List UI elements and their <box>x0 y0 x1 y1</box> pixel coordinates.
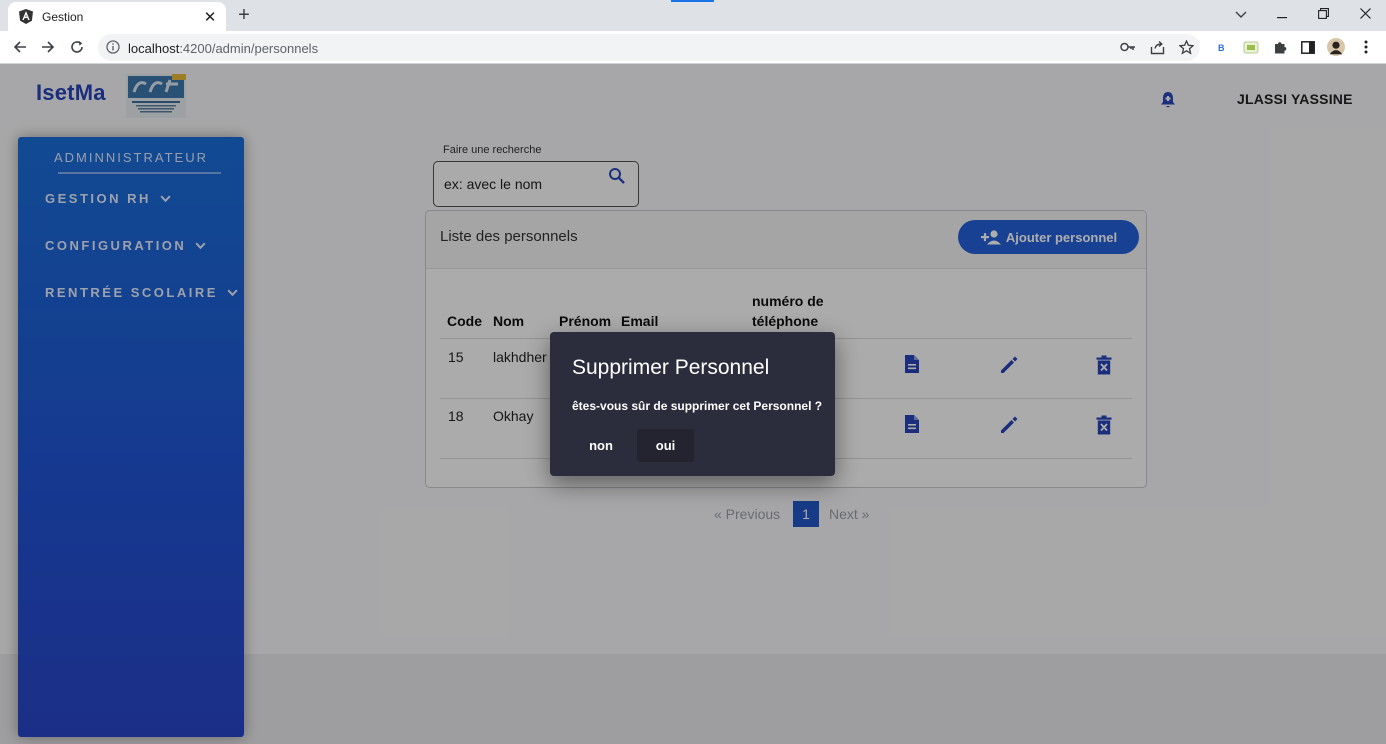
back-arrow-icon[interactable] <box>9 36 31 58</box>
tab-title: Gestion <box>42 9 84 24</box>
restore-icon[interactable] <box>1313 4 1333 24</box>
tab-close-icon[interactable]: ✕ <box>202 8 218 26</box>
side-panel-icon[interactable] <box>1299 38 1317 56</box>
address-bar[interactable]: localhost:4200/admin/personnels <box>98 34 1200 61</box>
extension-b-icon[interactable]: B <box>1213 38 1231 56</box>
svg-text:B: B <box>1218 43 1225 53</box>
extension-screen-icon[interactable] <box>1242 38 1260 56</box>
cancel-button[interactable]: non <box>574 429 628 462</box>
site-info-icon[interactable] <box>106 40 120 59</box>
minimize-icon[interactable] <box>1272 4 1292 24</box>
dialog-message: êtes-vous sûr de supprimer cet Personnel… <box>572 399 823 413</box>
tab-drag-indicator <box>671 0 714 2</box>
close-window-icon[interactable] <box>1355 4 1375 24</box>
tab-search-dropdown-icon[interactable] <box>1231 4 1251 24</box>
profile-avatar-icon[interactable] <box>1327 38 1345 56</box>
forward-arrow-icon[interactable] <box>37 36 59 58</box>
share-icon[interactable] <box>1148 38 1166 56</box>
browser-tab-strip: Gestion ✕ + <box>0 0 1386 31</box>
new-tab-button[interactable]: + <box>233 4 255 26</box>
key-icon[interactable] <box>1119 38 1137 56</box>
browser-tab[interactable]: Gestion ✕ <box>8 2 226 31</box>
url-path: :4200/admin/personnels <box>179 41 319 56</box>
browser-menu-icon[interactable] <box>1357 38 1375 56</box>
browser-toolbar: localhost:4200/admin/personnels B <box>0 31 1386 64</box>
bookmark-star-icon[interactable] <box>1177 38 1195 56</box>
reload-icon[interactable] <box>66 36 88 58</box>
delete-confirm-dialog: Supprimer Personnel êtes-vous sûr de sup… <box>550 332 835 476</box>
url-host: localhost <box>128 41 180 56</box>
dialog-title: Supprimer Personnel <box>572 356 770 379</box>
angular-favicon-icon <box>18 9 34 25</box>
confirm-button[interactable]: oui <box>637 429 694 462</box>
extensions-puzzle-icon[interactable] <box>1271 38 1289 56</box>
url-text: localhost:4200/admin/personnels <box>128 41 318 56</box>
